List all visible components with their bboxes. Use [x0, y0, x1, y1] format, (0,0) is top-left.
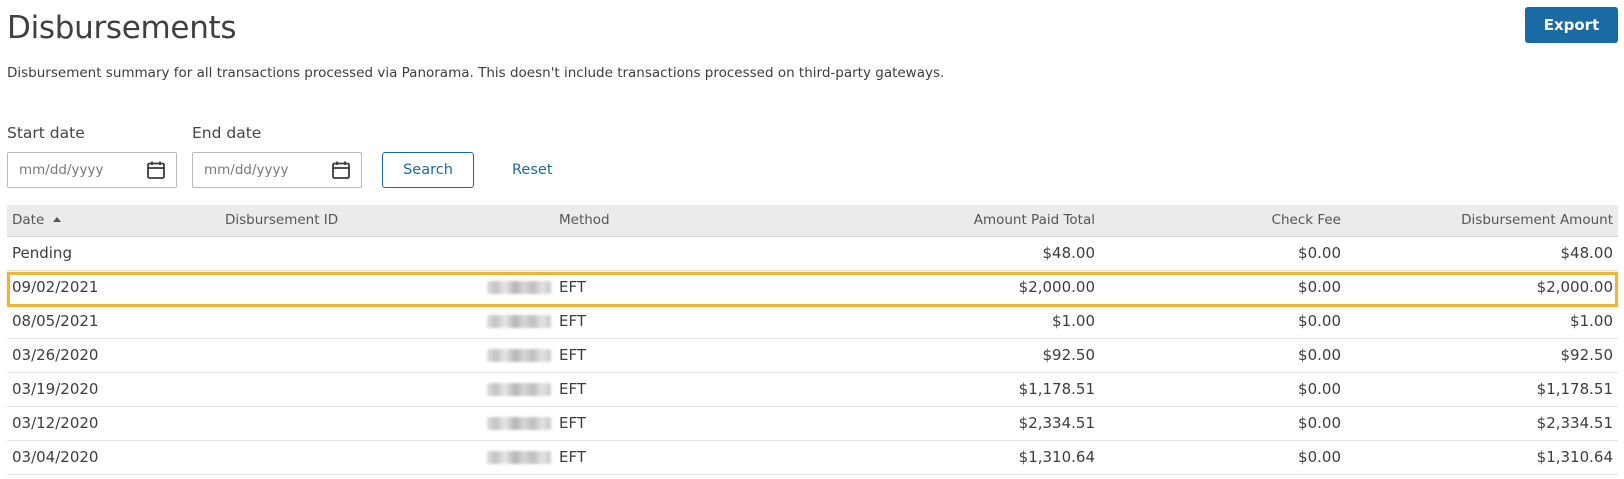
cell-disbursement-amount: $1.00 — [1346, 304, 1618, 339]
cell-date: 03/19/2020 — [7, 372, 220, 407]
cell-method: EFT — [554, 338, 854, 373]
cell-method — [554, 236, 854, 271]
table-row[interactable]: Pending $48.00 $0.00 $48.00 — [7, 236, 1618, 271]
cell-amount-paid-total: $92.50 — [854, 338, 1100, 373]
column-header-method[interactable]: Method — [554, 205, 854, 237]
cell-amount-paid-total: $48.00 — [854, 236, 1100, 271]
start-date-label: Start date — [7, 124, 85, 142]
cell-disbursement-id — [220, 372, 554, 407]
cell-disbursement-amount: $92.50 — [1346, 338, 1618, 373]
table-row[interactable]: 03/04/2020 EFT $1,310.64 $0.00 $1,310.64 — [7, 440, 1618, 475]
cell-method: EFT — [554, 270, 854, 305]
table-row[interactable]: 03/19/2020 EFT $1,178.51 $0.00 $1,178.51 — [7, 372, 1618, 407]
cell-date: 08/05/2021 — [7, 304, 220, 339]
cell-amount-paid-total: $2,000.00 — [854, 270, 1100, 305]
cell-disbursement-amount: $48.00 — [1346, 236, 1618, 271]
table-row[interactable]: 08/05/2021 EFT $1.00 $0.00 $1.00 — [7, 304, 1618, 339]
cell-disbursement-amount: $1,178.51 — [1346, 372, 1618, 407]
cell-disbursement-id — [220, 440, 554, 475]
redacted-disbursement-id — [487, 315, 551, 328]
sort-ascending-icon — [53, 217, 62, 223]
page-title: Disbursements — [7, 10, 237, 46]
column-header-date-label: Date — [12, 212, 45, 229]
cell-amount-paid-total: $2,334.51 — [854, 406, 1100, 441]
disbursements-table: Date Disbursement ID Method Amount Paid … — [7, 205, 1618, 475]
cell-disbursement-amount: $1,310.64 — [1346, 440, 1618, 475]
column-header-amount-paid-total[interactable]: Amount Paid Total — [854, 205, 1100, 237]
cell-disbursement-id — [220, 338, 554, 373]
cell-amount-paid-total: $1,310.64 — [854, 440, 1100, 475]
calendar-icon[interactable] — [146, 160, 166, 180]
table-row[interactable]: 03/26/2020 EFT $92.50 $0.00 $92.50 — [7, 338, 1618, 373]
end-date-label: End date — [192, 124, 262, 142]
cell-disbursement-id — [220, 270, 554, 305]
cell-method: EFT — [554, 406, 854, 441]
cell-method: EFT — [554, 304, 854, 339]
redacted-disbursement-id — [487, 383, 551, 396]
table-body: Pending $48.00 $0.00 $48.00 09/02/2021 E… — [7, 236, 1618, 475]
cell-date: 09/02/2021 — [7, 270, 220, 305]
reset-link[interactable]: Reset — [512, 160, 553, 180]
cell-check-fee: $0.00 — [1100, 236, 1346, 271]
cell-amount-paid-total: $1.00 — [854, 304, 1100, 339]
cell-date: 03/12/2020 — [7, 406, 220, 441]
table-row-highlighted[interactable]: 09/02/2021 EFT $2,000.00 $0.00 $2,000.00 — [7, 270, 1618, 305]
cell-date: Pending — [7, 236, 220, 271]
column-header-check-fee[interactable]: Check Fee — [1100, 205, 1346, 237]
calendar-icon[interactable] — [331, 160, 351, 180]
table-header-row: Date Disbursement ID Method Amount Paid … — [7, 205, 1618, 237]
cell-check-fee: $0.00 — [1100, 338, 1346, 373]
redacted-disbursement-id — [487, 451, 551, 464]
redacted-disbursement-id — [487, 349, 551, 362]
column-header-disbursement-amount[interactable]: Disbursement Amount — [1346, 205, 1618, 237]
cell-amount-paid-total: $1,178.51 — [854, 372, 1100, 407]
cell-disbursement-amount: $2,000.00 — [1346, 270, 1618, 305]
cell-check-fee: $0.00 — [1100, 440, 1346, 475]
start-date-input[interactable] — [8, 153, 138, 187]
search-button[interactable]: Search — [382, 152, 474, 188]
end-date-field[interactable] — [192, 152, 362, 188]
column-header-date[interactable]: Date — [7, 205, 220, 237]
table-row[interactable]: 03/12/2020 EFT $2,334.51 $0.00 $2,334.51 — [7, 406, 1618, 441]
cell-disbursement-id — [220, 304, 554, 339]
disbursements-table-container: Date Disbursement ID Method Amount Paid … — [7, 205, 1618, 475]
redacted-disbursement-id — [487, 281, 551, 294]
start-date-field[interactable] — [7, 152, 177, 188]
cell-check-fee: $0.00 — [1100, 270, 1346, 305]
end-date-input[interactable] — [193, 153, 323, 187]
cell-disbursement-amount: $2,334.51 — [1346, 406, 1618, 441]
cell-disbursement-id — [220, 406, 554, 441]
cell-check-fee: $0.00 — [1100, 304, 1346, 339]
cell-method: EFT — [554, 440, 854, 475]
column-header-disbursement-id[interactable]: Disbursement ID — [220, 205, 554, 237]
cell-date: 03/26/2020 — [7, 338, 220, 373]
export-button[interactable]: Export — [1525, 7, 1618, 43]
cell-disbursement-id — [220, 236, 554, 271]
redacted-disbursement-id — [487, 417, 551, 430]
cell-date: 03/04/2020 — [7, 440, 220, 475]
cell-method: EFT — [554, 372, 854, 407]
cell-check-fee: $0.00 — [1100, 406, 1346, 441]
page-description: Disbursement summary for all transaction… — [7, 65, 945, 81]
cell-check-fee: $0.00 — [1100, 372, 1346, 407]
